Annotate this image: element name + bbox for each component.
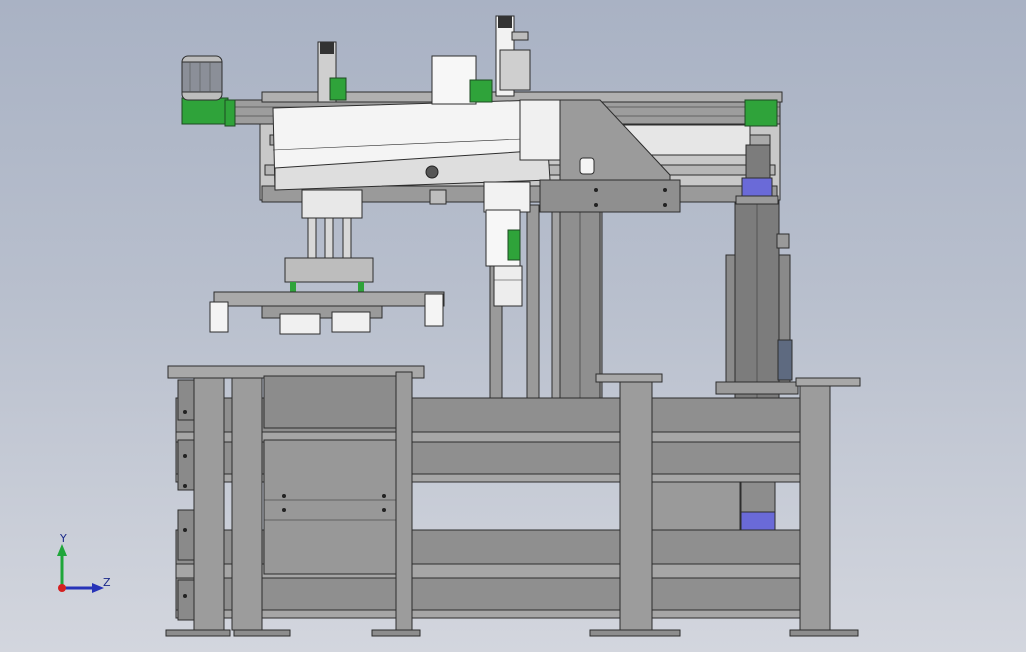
machine-model[interactable] <box>0 0 1026 652</box>
axis-y-label: Y <box>60 532 67 545</box>
gripper-assembly <box>209 189 445 335</box>
coordinate-triad-icon <box>57 544 104 593</box>
carriage-housing <box>272 15 561 205</box>
cad-viewport[interactable]: Y Z <box>0 0 1026 652</box>
green-end-cap-left <box>181 97 229 125</box>
axis-z-label: Z <box>103 576 111 589</box>
green-end-cap-right <box>744 99 778 127</box>
